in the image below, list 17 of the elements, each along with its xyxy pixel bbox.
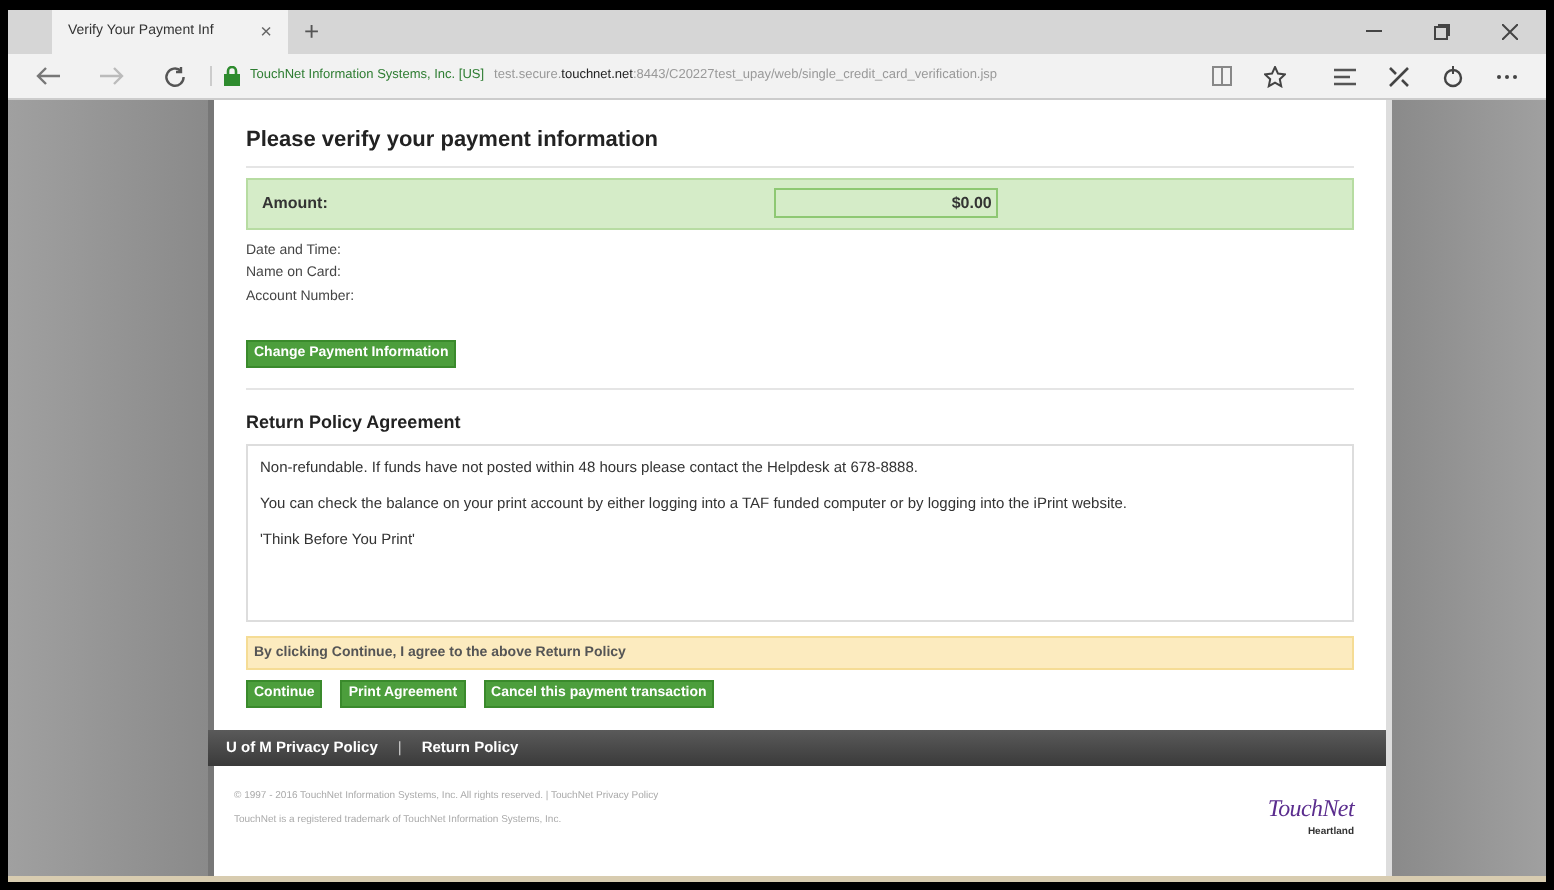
close-icon[interactable]: [1502, 24, 1518, 40]
page-title: Please verify your payment information: [246, 124, 1354, 167]
amount-field: $0.00: [773, 188, 998, 218]
hub-icon[interactable]: [1334, 67, 1356, 85]
more-icon[interactable]: [1496, 73, 1518, 79]
brand-logo: TouchNet: [1267, 792, 1354, 826]
new-tab-button[interactable]: +: [304, 12, 320, 52]
amount-label: Amount:: [262, 191, 328, 215]
minimize-icon[interactable]: [1366, 30, 1382, 34]
back-icon[interactable]: [36, 66, 60, 86]
lock-icon: [224, 66, 240, 86]
close-icon[interactable]: ×: [260, 17, 272, 47]
restore-icon[interactable]: [1434, 24, 1450, 40]
refresh-icon[interactable]: [164, 65, 186, 87]
star-icon[interactable]: [1264, 65, 1286, 87]
section-title: Return Policy Agreement: [246, 410, 463, 436]
reading-view-icon[interactable]: [1212, 66, 1232, 86]
